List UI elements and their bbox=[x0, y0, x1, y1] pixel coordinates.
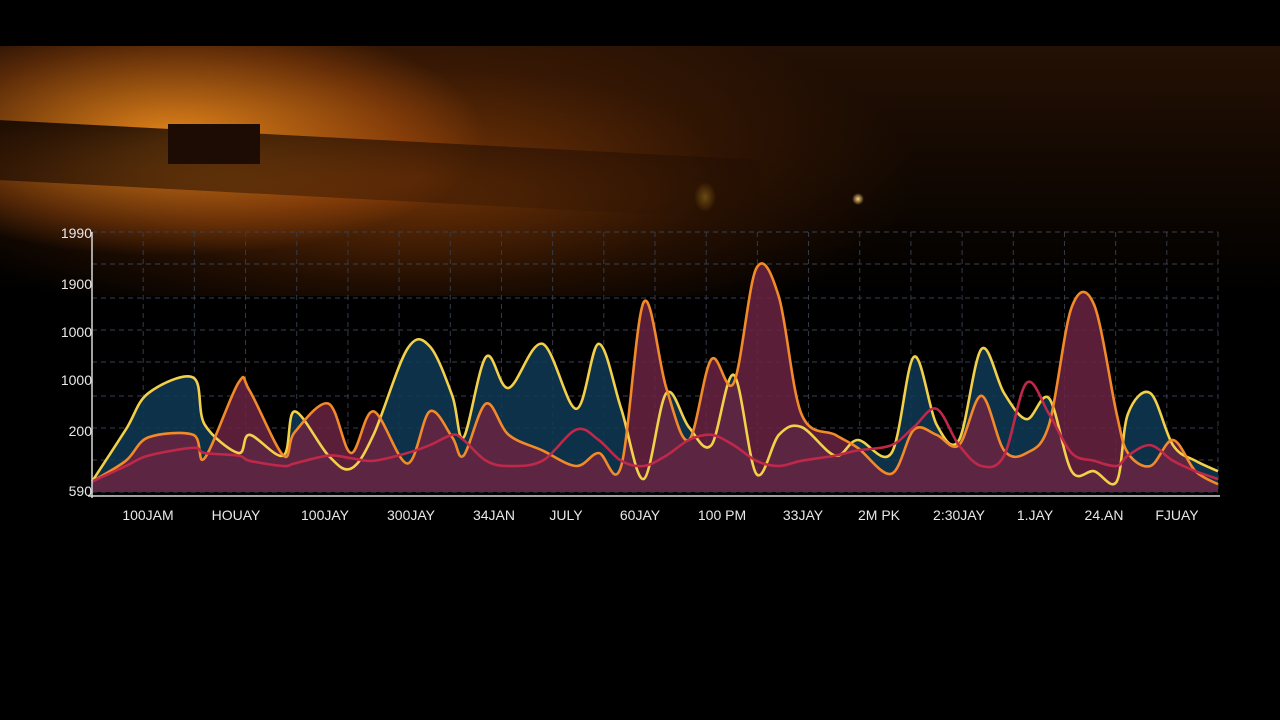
x-tick-label: 2:30JAY bbox=[933, 507, 986, 523]
x-tick-label: 2M PK bbox=[858, 507, 901, 523]
y-axis-ticks: 1990 1900 1000 1000 200 590 bbox=[61, 225, 92, 499]
y-tick-label: 590 bbox=[69, 483, 93, 499]
x-tick-label: 60JAY bbox=[620, 507, 661, 523]
x-axis-ticks: 100JAM HOUAY 100JAY 300JAY 34JAN JULY 60JAY 100… bbox=[122, 507, 1199, 523]
x-tick-label: 300JAY bbox=[387, 507, 436, 523]
y-tick-label: 200 bbox=[69, 423, 93, 439]
x-tick-label: 34JAN bbox=[473, 507, 515, 523]
x-tick-label: 24.AN bbox=[1085, 507, 1124, 523]
x-tick-label: HOUAY bbox=[212, 507, 261, 523]
x-tick-label: 1.JAY bbox=[1017, 507, 1054, 523]
y-tick-label: 1990 bbox=[61, 225, 92, 241]
y-tick-label: 1900 bbox=[61, 276, 92, 292]
x-tick-label: JULY bbox=[549, 507, 583, 523]
y-tick-label: 1000 bbox=[61, 324, 92, 340]
x-tick-label: 33JAY bbox=[783, 507, 824, 523]
area-chart: 1990 1900 1000 1000 200 590 100JAM HOUAY 100JAY… bbox=[61, 225, 1220, 523]
y-tick-label: 1000 bbox=[61, 372, 92, 388]
x-tick-label: 100JAY bbox=[301, 507, 350, 523]
x-tick-label: 100 PM bbox=[698, 507, 746, 523]
x-tick-label: 100JAM bbox=[122, 507, 173, 523]
x-tick-label: FJUAY bbox=[1155, 507, 1199, 523]
